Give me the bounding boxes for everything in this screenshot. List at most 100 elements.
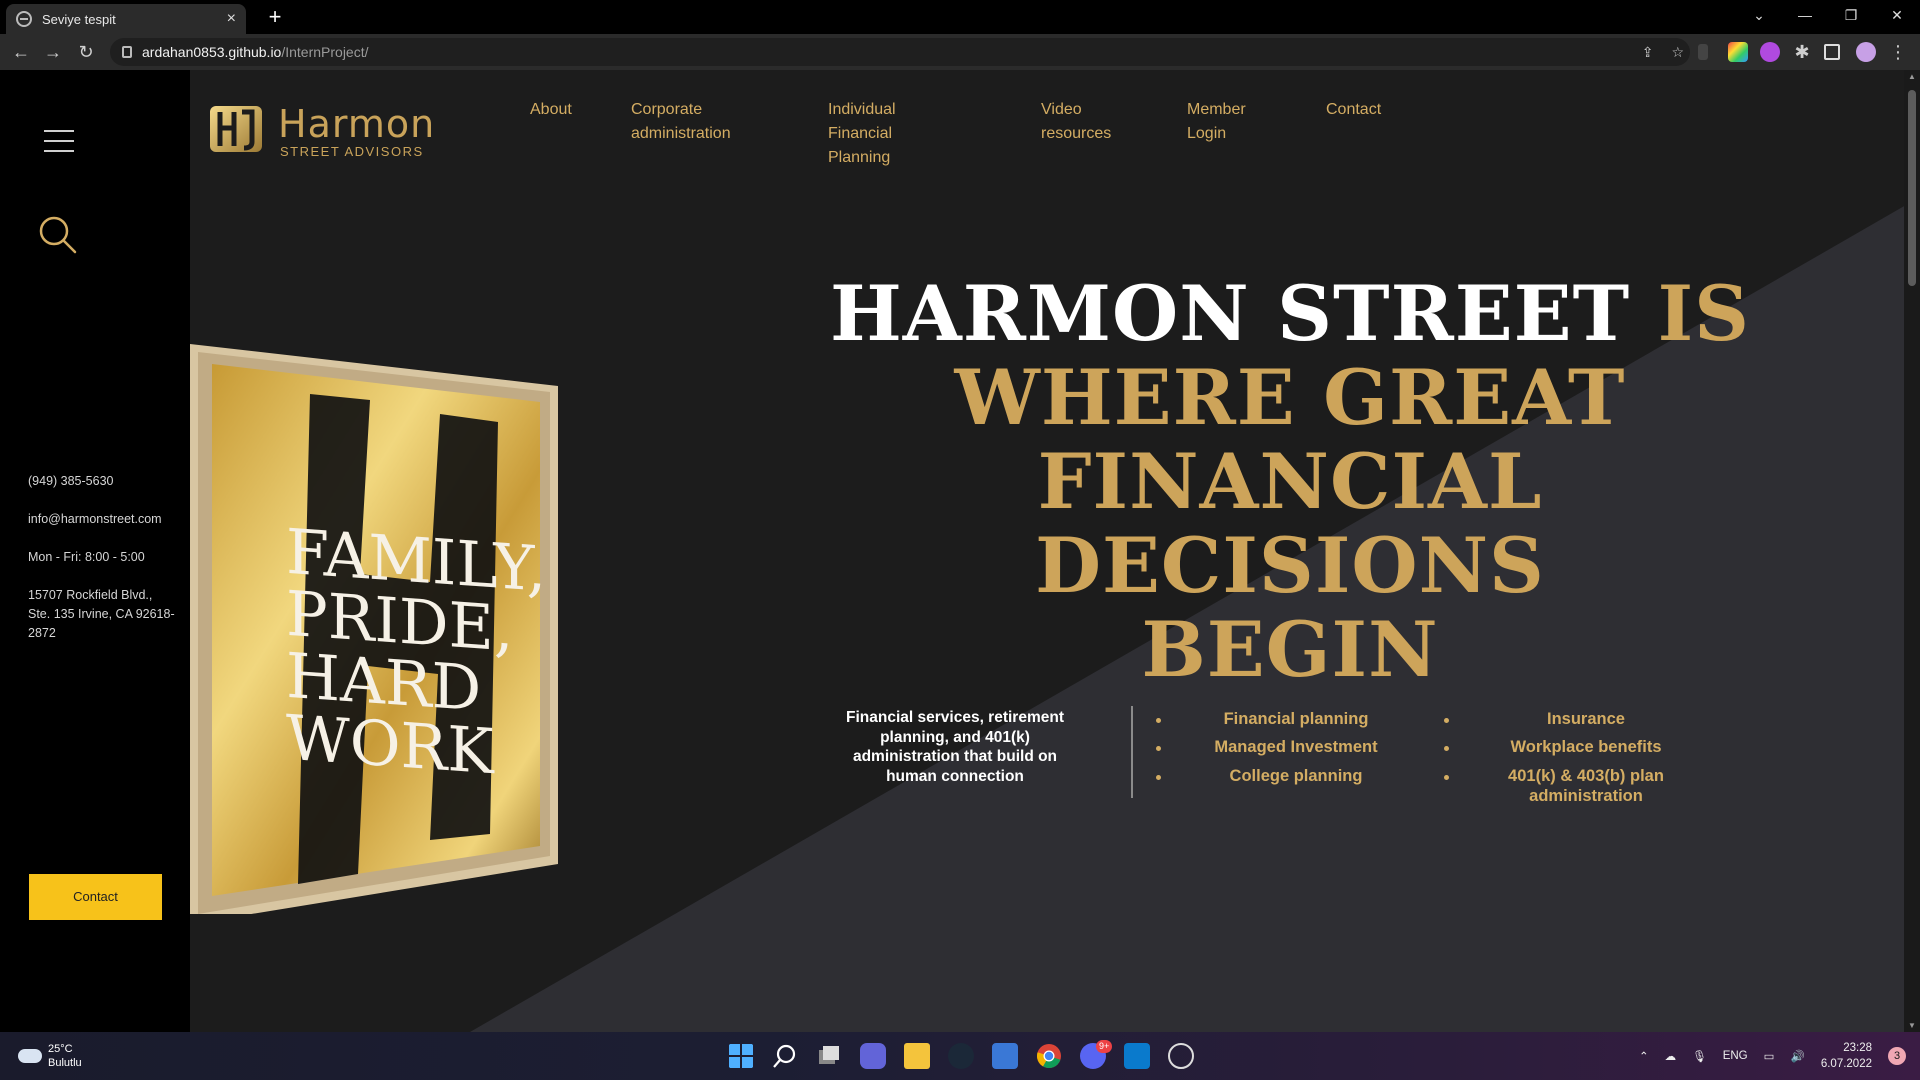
weather-condition: Bulutlu [48, 1057, 82, 1069]
scrollbar-thumb[interactable] [1908, 90, 1916, 286]
hero-gold-line-4: BEGIN [1141, 605, 1439, 694]
notification-count-badge[interactable]: 3 [1888, 1047, 1906, 1065]
hero-tagline: Financial services, retirement planning,… [846, 709, 1064, 785]
windows-taskbar: 25°C Bulutlu 9+ ⌃ ☁ 🎙 ENG ▭ 🔊 23:28 6.07… [0, 1032, 1920, 1080]
onedrive-cloud-icon[interactable]: ☁ [1665, 1049, 1677, 1063]
service-managed-investment: Managed Investment [1214, 738, 1378, 756]
browser-toolbar: ← → ↻ ardahan0853.github.io/InternProjec… [0, 34, 1920, 70]
show-hidden-icons-chevron-icon[interactable]: ⌃ [1639, 1049, 1649, 1063]
poster-line4: WORK [286, 701, 495, 789]
nav-member-l2: Login [1187, 125, 1227, 142]
url-path: /InternProject/ [281, 44, 369, 60]
nav-video-l2: resources [1041, 125, 1112, 142]
nav-individual-l2: Planning [828, 149, 891, 166]
nav-member-l1: Member [1187, 101, 1246, 118]
bookmark-star-icon[interactable]: ☆ [1671, 44, 1684, 61]
web-page: (949) 385-5630 info@harmonstreet.com Mon… [0, 70, 1920, 1032]
extensions-puzzle-icon[interactable]: ✱ [1790, 40, 1814, 64]
cloud-icon [18, 1049, 42, 1063]
contact-info: (949) 385-5630 info@harmonstreet.com Mon… [28, 472, 178, 662]
close-window-button[interactable]: ✕ [1874, 0, 1920, 30]
nav-video-l1: Video [1041, 101, 1082, 118]
menu-kebab-icon[interactable]: ⋮ [1886, 40, 1910, 64]
scroll-up-arrow-icon[interactable]: ▲ [1907, 72, 1917, 81]
teams-chat-icon[interactable] [860, 1043, 886, 1069]
vscode-icon[interactable] [1124, 1043, 1150, 1069]
task-view-icon[interactable] [816, 1043, 842, 1069]
hero-gold-text-1: IS [1657, 269, 1751, 358]
url-host: ardahan0853.github.io [142, 44, 282, 60]
service-financial-planning: Financial planning [1223, 710, 1369, 728]
restore-button[interactable]: ❐ [1828, 0, 1874, 30]
discord-notification-badge: 9+ [1096, 1040, 1113, 1053]
language-indicator[interactable]: ENG [1723, 1050, 1748, 1062]
hero-white-text: HARMON STREET [829, 269, 1631, 358]
extension-color-icon[interactable] [1728, 42, 1748, 62]
clock-date: 6.07.2022 [1820, 1058, 1872, 1070]
microphone-icon[interactable]: 🎙 [1692, 1049, 1707, 1063]
nav-contact[interactable]: Contact [1326, 98, 1381, 122]
sidebar-contact-button[interactable]: Contact [29, 874, 162, 920]
new-tab-button[interactable]: + [262, 4, 288, 30]
nav-contact-label: Contact [1326, 101, 1382, 118]
bullet-dot [1444, 746, 1449, 751]
volume-icon[interactable]: 🔊 [1791, 1049, 1805, 1063]
windows-start-icon[interactable] [728, 1043, 754, 1069]
left-sidebar: (949) 385-5630 info@harmonstreet.com Mon… [0, 70, 190, 1032]
harmon-logo[interactable]: Harmon STREET ADVISORS [208, 98, 448, 159]
phone-number: (949) 385-5630 [28, 474, 114, 488]
forward-icon[interactable]: → [41, 40, 65, 64]
search-icon[interactable] [38, 215, 78, 255]
network-icon[interactable]: ▭ [1764, 1049, 1775, 1063]
office-hours: Mon - Fri: 8:00 - 5:00 [28, 550, 145, 564]
clock[interactable]: 23:28 6.07.2022 [1821, 1040, 1872, 1072]
nav-video-resources[interactable]: Video resources [1041, 98, 1111, 146]
extension-icon[interactable] [1698, 44, 1708, 60]
bullet-dot [1444, 718, 1449, 723]
vertical-divider [1131, 706, 1133, 798]
reload-icon[interactable]: ↻ [74, 40, 98, 64]
nav-individual-financial-planning[interactable]: Individual Financial Planning [828, 98, 896, 170]
bullet-dot [1156, 718, 1161, 723]
obs-icon[interactable] [1168, 1043, 1194, 1069]
lock-icon [122, 46, 132, 58]
nav-member-login[interactable]: Member Login [1187, 98, 1246, 146]
chrome-icon[interactable] [1036, 1043, 1062, 1069]
weather-widget[interactable]: 25°C Bulutlu [18, 1042, 82, 1070]
tab-title: Seviye tespit [42, 11, 116, 27]
profile-avatar[interactable] [1856, 42, 1876, 62]
steam-icon[interactable] [948, 1043, 974, 1069]
hero-gold-line-2: WHERE GREAT [954, 353, 1626, 442]
side-panel-icon[interactable] [1824, 44, 1840, 60]
browser-tab[interactable]: Seviye tespit × [6, 4, 246, 34]
nav-about[interactable]: About [530, 98, 572, 122]
bullet-dot [1444, 775, 1449, 780]
back-icon[interactable]: ← [9, 40, 33, 64]
extension-purple-icon[interactable] [1760, 42, 1780, 62]
page-scrollbar[interactable]: ▲ ▼ [1904, 70, 1920, 1032]
hero-headline: HARMON STREET IS WHERE GREAT FINANCIAL D… [780, 272, 1800, 692]
weather-temp: 25°C [48, 1043, 73, 1055]
share-icon[interactable]: ⇪ [1642, 44, 1654, 61]
service-college-planning: College planning [1229, 767, 1363, 785]
nav-corporate-administration[interactable]: Corporate administration [631, 98, 731, 146]
minimize-button[interactable]: — [1782, 0, 1828, 30]
nav-about-label: About [530, 101, 572, 118]
microsoft-store-icon[interactable] [992, 1043, 1018, 1069]
tab-close-button[interactable]: × [227, 10, 236, 28]
hero-gold-line-3: FINANCIAL DECISIONS [1035, 437, 1545, 610]
nav-corporate-l2: administration [631, 125, 731, 142]
scroll-down-arrow-icon[interactable]: ▼ [1907, 1021, 1917, 1030]
taskbar-search-icon[interactable] [772, 1043, 798, 1069]
office-address: 15707 Rockfield Blvd., Ste. 135 Irvine, … [28, 588, 175, 640]
tab-search-icon[interactable]: ⌄ [1736, 0, 1782, 30]
address-bar[interactable]: ardahan0853.github.io/InternProject/ ⇪ ☆ [110, 38, 1690, 66]
service-insurance: Insurance [1547, 710, 1625, 728]
hamburger-menu-icon[interactable] [44, 130, 74, 152]
bullet-dot [1156, 746, 1161, 751]
globe-icon [16, 11, 32, 27]
nav-corporate-l1: Corporate [631, 101, 703, 118]
file-explorer-icon[interactable] [904, 1043, 930, 1069]
logo-tagline: STREET ADVISORS [280, 144, 424, 159]
harmon-logo-mark-icon [210, 106, 262, 152]
